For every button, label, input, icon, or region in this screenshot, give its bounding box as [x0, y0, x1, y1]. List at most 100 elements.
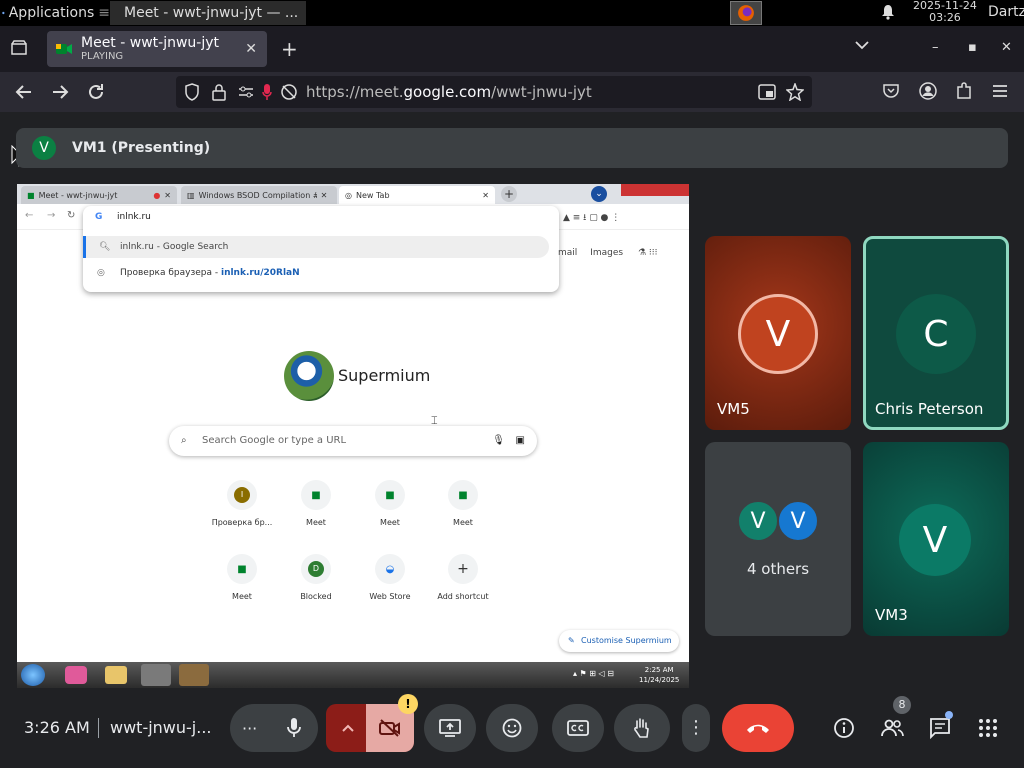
- meet-control-bar: 3:26 AM wwt-jnwu-j... ··· ! ⋮ 8: [0, 692, 1024, 768]
- leave-call-button[interactable]: [722, 704, 794, 752]
- shared-tab-newtab: ◎ New Tab ✕: [339, 186, 495, 204]
- shared-tab-meet: ■ Meet - wwt-jnwu-jyt ● ✕: [21, 186, 177, 204]
- chat-button[interactable]: [920, 708, 960, 748]
- supermium-brand: Supermium: [338, 366, 431, 385]
- permissions-icon[interactable]: [238, 85, 254, 99]
- picture-in-picture-icon[interactable]: [758, 84, 776, 100]
- participant-tile-chris-peterson[interactable]: C Chris Peterson: [863, 236, 1009, 430]
- lock-icon[interactable]: [212, 83, 226, 101]
- audio-settings-more-icon[interactable]: ···: [242, 719, 257, 738]
- tab-manager-icon[interactable]: [10, 40, 28, 56]
- hang-up-icon: [747, 724, 769, 733]
- raise-hand-button[interactable]: [614, 704, 670, 752]
- shared-omnibox-query: inlnk.ru: [117, 212, 151, 222]
- shared-customise-button: ✎ Customise Supermium: [559, 630, 679, 652]
- shared-tab-label: Windows BSOD Compilation #4: [198, 190, 317, 200]
- present-screen-icon: [439, 719, 461, 737]
- shared-app-icon: [65, 666, 87, 684]
- pocket-icon[interactable]: [882, 82, 900, 100]
- shared-cursor-icon: ⌶: [431, 414, 438, 427]
- tray-firefox-icon[interactable]: [730, 1, 762, 25]
- user-menu[interactable]: Dartz: [988, 4, 1024, 20]
- others-avatar-b: V: [777, 500, 819, 542]
- forward-icon[interactable]: [50, 82, 70, 102]
- bookmark-star-icon[interactable]: [786, 83, 804, 101]
- minimize-window-icon[interactable]: –: [932, 40, 939, 55]
- reactions-button[interactable]: [486, 704, 538, 752]
- shared-omnibox-dropdown: G inlnk.ru 🔍︎ inlnk.ru - Google Search ◎ П…: [83, 206, 559, 292]
- taskbar-window-button[interactable]: Meet - wwt-jnwu-jyt — ...: [110, 1, 306, 25]
- account-icon[interactable]: [919, 82, 937, 100]
- shared-windows-clock: 2:25 AM 11/24/2025: [639, 665, 679, 685]
- shared-tab-search-icon: ⌄: [591, 186, 607, 202]
- shared-windows-taskbar: ▴ ⚑ ⊞ ◁ ⊟ 2:25 AM 11/24/2025: [17, 662, 689, 688]
- tab-title: Meet - wwt-jnwu-jyt: [81, 35, 219, 51]
- url-domain: google.com: [403, 83, 492, 101]
- meeting-code[interactable]: wwt-jnwu-j...: [110, 718, 212, 737]
- list-all-tabs-icon[interactable]: [855, 40, 869, 50]
- folder-icon: [105, 666, 127, 684]
- autoplay-blocked-icon[interactable]: [280, 83, 298, 101]
- tracking-protection-shield-icon[interactable]: [184, 83, 200, 101]
- camera-warning-badge: !: [398, 694, 418, 714]
- taskbar-window-title: Meet - wwt-jnwu-jyt — ...: [124, 5, 299, 21]
- tab-meet[interactable]: Meet - wwt-jnwu-jyt PLAYING ✕: [47, 31, 267, 67]
- microphone-icon[interactable]: [286, 717, 302, 739]
- clock-time: 03:26: [929, 11, 961, 24]
- participant-tile-vm3[interactable]: V VM3: [863, 442, 1009, 636]
- notification-bell-icon[interactable]: [880, 4, 896, 20]
- chat-icon: [930, 718, 950, 739]
- apps-grid-icon: [979, 719, 997, 737]
- shortcut-label: Meet: [380, 518, 400, 527]
- shared-tab-label: Meet - wwt-jnwu-jyt: [38, 190, 118, 200]
- participant-tile-vm5[interactable]: V VM5: [705, 236, 851, 430]
- presenter-avatar: V: [32, 136, 56, 160]
- captions-button[interactable]: [552, 704, 604, 752]
- extensions-icon[interactable]: [955, 82, 973, 100]
- shared-suggestion-link: ◎ Проверка браузера - inlnk.ru/20RlaN: [97, 268, 300, 278]
- present-screen-button[interactable]: [424, 704, 476, 752]
- screen: Applications ≡ Meet - wwt-jnwu-jyt — ...…: [0, 0, 1024, 768]
- address-bar[interactable]: https://meet.google.com/wwt-jnwu-jyt: [176, 76, 812, 108]
- participant-name: VM5: [717, 400, 750, 418]
- close-tab-icon[interactable]: ✕: [245, 41, 257, 57]
- shared-shortcut: ◒ Web Store: [355, 554, 425, 601]
- supermium-logo: [284, 351, 334, 401]
- browser-nav-bar: https://meet.google.com/wwt-jnwu-jyt: [0, 72, 1024, 112]
- suggestion-text: Проверка браузера -: [120, 268, 221, 278]
- back-icon[interactable]: [14, 82, 34, 102]
- microphone-in-use-icon[interactable]: [262, 83, 272, 101]
- shared-mail-link: mail: [558, 248, 578, 258]
- participant-avatar: V: [738, 294, 818, 374]
- applications-menu[interactable]: Applications ≡: [0, 5, 110, 21]
- more-options-button[interactable]: ⋮: [682, 704, 710, 752]
- system-clock[interactable]: 2025-11-24 03:26: [913, 0, 977, 24]
- raise-hand-icon: [634, 718, 649, 738]
- reload-icon[interactable]: [86, 82, 106, 102]
- shared-tab-bsod: ▥ Windows BSOD Compilation #4 ✕: [181, 186, 337, 204]
- people-count-badge: 8: [893, 696, 911, 714]
- activities-button[interactable]: [968, 708, 1008, 748]
- shared-shortcut: ■ Meet: [428, 480, 498, 527]
- people-button[interactable]: 8: [872, 696, 912, 748]
- applications-label: Applications: [8, 5, 95, 21]
- suggestion-text: inlnk.ru - Google Search: [120, 242, 229, 252]
- close-window-icon[interactable]: ✕: [1001, 40, 1012, 55]
- system-taskbar: Applications ≡ Meet - wwt-jnwu-jyt — ...…: [0, 0, 1024, 26]
- windows-start-icon: [21, 664, 45, 686]
- maximize-window-icon[interactable]: ▪: [968, 40, 977, 55]
- shortcut-label: Meet: [232, 592, 252, 601]
- hamburger-menu-icon[interactable]: [991, 82, 1009, 100]
- shared-search-placeholder: Search Google or type a URL: [202, 435, 347, 446]
- url-prefix: https://meet.: [306, 83, 404, 101]
- meet-tab-icon: [56, 44, 72, 54]
- shared-shortcut: ■ Meet: [355, 480, 425, 527]
- chevron-up-icon[interactable]: [342, 724, 354, 732]
- url-text[interactable]: https://meet.google.com/wwt-jnwu-jyt: [306, 83, 592, 101]
- participant-tile-others[interactable]: V V 4 others: [705, 442, 851, 636]
- info-icon: [834, 718, 854, 738]
- meeting-details-button[interactable]: [824, 708, 864, 748]
- media-player-icon: [179, 664, 209, 686]
- meet-call-area: V VM1 (Presenting) ■ Meet - wwt-jnwu-jyt ●…: [0, 112, 1024, 768]
- new-tab-button[interactable]: +: [281, 37, 298, 61]
